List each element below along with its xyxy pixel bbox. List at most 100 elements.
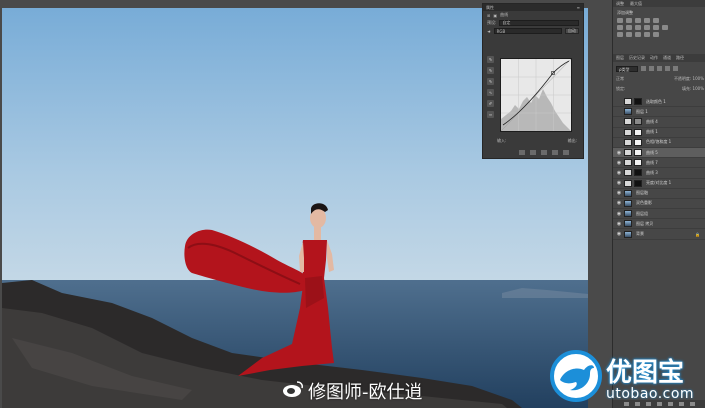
photo-filter-icon[interactable] [644,25,650,30]
layer-row[interactable]: 曲线 4 [613,117,705,128]
properties-bottom-bar [519,150,569,155]
eye-icon[interactable]: ◉ [616,200,622,206]
layer-name: 背景 [636,231,644,237]
layer-thumbnail [624,199,632,207]
eye-icon[interactable]: ◉ [616,180,622,186]
tab-channels[interactable]: 通道 [663,55,671,61]
layer-row[interactable]: ◉ 背景 🔒 [613,229,705,240]
channel-mixer-icon[interactable] [653,25,659,30]
layer-row[interactable]: ◉ 亮度/对比度 1 [613,179,705,189]
blend-row: 正常 不透明度: 100% [616,76,704,83]
channel-select[interactable]: RGB [493,28,562,34]
adjust-icons-row-3 [617,32,701,37]
curves-header: ⊞ ▣ 曲线 [483,11,583,19]
posterize-icon[interactable] [626,32,632,37]
hand-tool-icon[interactable]: ☚ [487,29,491,34]
properties-titlebar[interactable]: 属性 ≡ [483,4,583,11]
eyedropper-gray-icon[interactable]: ✎ [487,67,494,74]
eye-icon[interactable]: ◉ [616,160,622,166]
layer-row[interactable]: ◉ 曲线 7 [613,158,705,169]
filter-shape-icon[interactable] [665,66,670,71]
layer-thumbnail [624,189,632,197]
visibility-icon[interactable] [552,150,558,155]
layer-mask-thumbnail[interactable] [634,179,642,187]
pencil-icon[interactable]: ✐ [487,100,494,107]
layer-row[interactable]: ◉ 曲线 3 [613,168,705,179]
reset-icon[interactable] [541,150,547,155]
tab-paths[interactable]: 路径 [676,55,684,61]
eye-icon[interactable]: ◉ [616,231,622,237]
bird-icon [550,350,602,402]
curves-icon[interactable] [635,18,641,23]
layer-row[interactable]: 图层 1 [613,107,705,118]
layer-row[interactable]: ◉ 图层组 [613,209,705,220]
adjustment-icon [624,128,632,136]
selective-color-icon[interactable] [653,32,659,37]
adjust-icons-row-1 [617,18,701,23]
adjustment-icon [624,179,632,187]
clip-to-layer-icon[interactable] [519,150,525,155]
curve-point-icon[interactable]: ∿ [487,89,494,96]
layer-name: 图层组 [636,210,648,216]
layer-row[interactable]: ◉ 曲线 5 [613,147,705,159]
preset-select[interactable]: 自定 [499,20,579,26]
fill-field[interactable]: 填充: 100% [682,86,704,93]
layers-tabs: 图层 历史记录 动作 通道 路径 [613,54,705,62]
bw-icon[interactable] [635,25,641,30]
auto-button[interactable]: 自动 [565,28,579,34]
tab-max[interactable]: 最大值 [630,1,642,7]
filter-pixel-icon[interactable] [641,66,646,71]
filter-smart-icon[interactable] [673,66,678,71]
smooth-icon[interactable]: ≈ [487,111,494,118]
eyedropper-black-icon[interactable]: ✎ [487,56,494,63]
tab-layers[interactable]: 图层 [616,55,624,61]
tab-history[interactable]: 历史记录 [629,55,645,61]
layer-mask-thumbnail[interactable] [634,128,642,136]
layer-row[interactable]: ◉ 图层 拷贝 [613,219,705,230]
gradient-map-icon[interactable] [644,32,650,37]
eye-icon[interactable]: ◉ [616,211,622,217]
color-lookup-icon[interactable] [662,25,668,30]
layer-mask-thumbnail[interactable] [634,138,642,146]
levels-icon[interactable] [626,18,632,23]
delete-icon[interactable] [563,150,569,155]
tab-adjust[interactable]: 调整 [616,1,624,7]
output-label: 输出: [567,138,577,143]
panel-menu-icon[interactable]: ≡ [577,5,580,10]
filter-adjust-icon[interactable] [649,66,654,71]
layer-mask-thumbnail[interactable] [634,159,642,167]
invert-icon[interactable] [617,32,623,37]
vibrance-icon[interactable] [653,18,659,23]
eye-icon[interactable]: ◉ [616,150,622,156]
adjustment-icon [624,138,632,146]
exposure-icon[interactable] [644,18,650,23]
eye-icon[interactable]: ◉ [616,170,622,176]
layer-row[interactable]: ◉ 图层融 [613,189,705,199]
filter-kind-select[interactable]: ρ类型 [616,65,638,72]
brightness-icon[interactable] [617,18,623,23]
input-label: 输入: [497,138,507,143]
layer-mask-thumbnail[interactable] [634,98,642,106]
blend-mode-select[interactable]: 正常 [616,76,624,83]
mask-icon[interactable]: ▣ [493,13,497,18]
curves-graph[interactable] [500,58,572,132]
layer-mask-thumbnail[interactable] [634,149,642,157]
layer-row[interactable]: 曲线 1 [613,128,705,138]
layer-row[interactable]: ◉ 双色重影 [613,199,705,210]
opacity-field[interactable]: 不透明度: 100% [674,76,704,83]
threshold-icon[interactable] [635,32,641,37]
hue-icon[interactable] [617,25,623,30]
view-previous-icon[interactable] [530,150,536,155]
layer-name: 双色重影 [636,200,652,206]
eye-icon[interactable]: ◉ [616,221,622,227]
lock-icon: 🔒 [695,231,700,237]
tab-actions[interactable]: 动作 [650,55,658,61]
filter-type-icon[interactable] [657,66,662,71]
color-balance-icon[interactable] [626,25,632,30]
layer-mask-thumbnail[interactable] [634,169,642,177]
layer-row[interactable]: 色相/饱和度 1 [613,138,705,148]
eye-icon[interactable]: ◉ [616,190,622,196]
layer-row[interactable]: 选取颜色 1 [613,97,705,108]
eyedropper-white-icon[interactable]: ✎ [487,78,494,85]
layer-mask-thumbnail[interactable] [634,118,642,126]
